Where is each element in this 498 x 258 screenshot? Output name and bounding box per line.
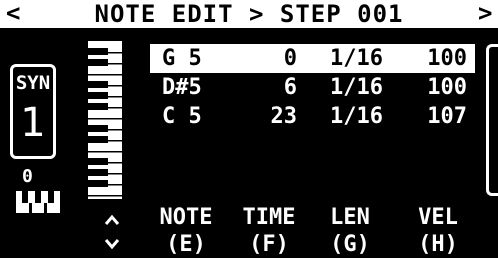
piano-keyboard: [88, 41, 122, 199]
black-key: [88, 180, 108, 187]
track-selector[interactable]: SYN 1: [10, 64, 56, 159]
black-key: [88, 48, 108, 55]
track-number: 1: [20, 100, 46, 146]
track-name: SYN: [15, 72, 51, 94]
softkey-velocity-key: (H): [418, 232, 458, 257]
softkey-note[interactable]: NOTE (E): [148, 204, 224, 258]
softkey-note-key: (E): [166, 232, 206, 257]
note-time: 23: [270, 104, 298, 129]
softkey-length-key: (G): [330, 232, 370, 257]
note-list: G 5 0 1/16 100 D#5 6 1/16 100 C 5 23 1/16 107: [150, 44, 475, 131]
note-name: G 5: [162, 46, 202, 71]
softkey-velocity-label: VEL: [418, 205, 458, 230]
black-key: [88, 158, 108, 165]
note-velocity: 100: [427, 75, 467, 100]
note-row[interactable]: G 5 0 1/16 100: [150, 44, 475, 73]
black-key: [88, 125, 108, 132]
scrollbar[interactable]: [486, 44, 498, 196]
softkey-note-label: NOTE: [159, 205, 213, 230]
softkey-time-label: TIME: [242, 205, 296, 230]
black-key: [88, 136, 108, 143]
black-key: [88, 59, 108, 66]
title-bar: < NOTE EDIT > STEP 001 >: [0, 0, 498, 28]
scroll-arrows-icon[interactable]: [103, 210, 121, 252]
softkey-length[interactable]: LEN (G): [322, 204, 378, 258]
note-velocity: 100: [427, 46, 467, 71]
black-key: [88, 92, 108, 99]
softkey-length-label: LEN: [330, 205, 370, 230]
note-time: 6: [283, 75, 297, 100]
note-length: 1/16: [330, 75, 383, 100]
note-time: 0: [283, 46, 297, 71]
note-length: 1/16: [330, 46, 383, 71]
octave-value: 0: [22, 166, 33, 187]
page-title: NOTE EDIT > STEP 001: [94, 0, 404, 28]
note-length: 1/16: [330, 104, 383, 129]
note-row[interactable]: C 5 23 1/16 107: [150, 102, 475, 131]
softkey-time-key: (F): [249, 232, 289, 257]
softkey-time[interactable]: TIME (F): [234, 204, 304, 258]
note-velocity: 107: [427, 104, 467, 129]
chevron-right-icon[interactable]: >: [478, 0, 492, 27]
note-row[interactable]: D#5 6 1/16 100: [150, 73, 475, 102]
note-name: C 5: [162, 104, 202, 129]
softkey-velocity[interactable]: VEL (H): [410, 204, 466, 258]
black-key: [88, 81, 108, 88]
softkey-bar: NOTE (E) TIME (F) LEN (G) VEL (H): [0, 204, 498, 258]
note-name: D#5: [162, 75, 202, 100]
black-key: [88, 103, 108, 110]
black-key: [88, 169, 108, 176]
